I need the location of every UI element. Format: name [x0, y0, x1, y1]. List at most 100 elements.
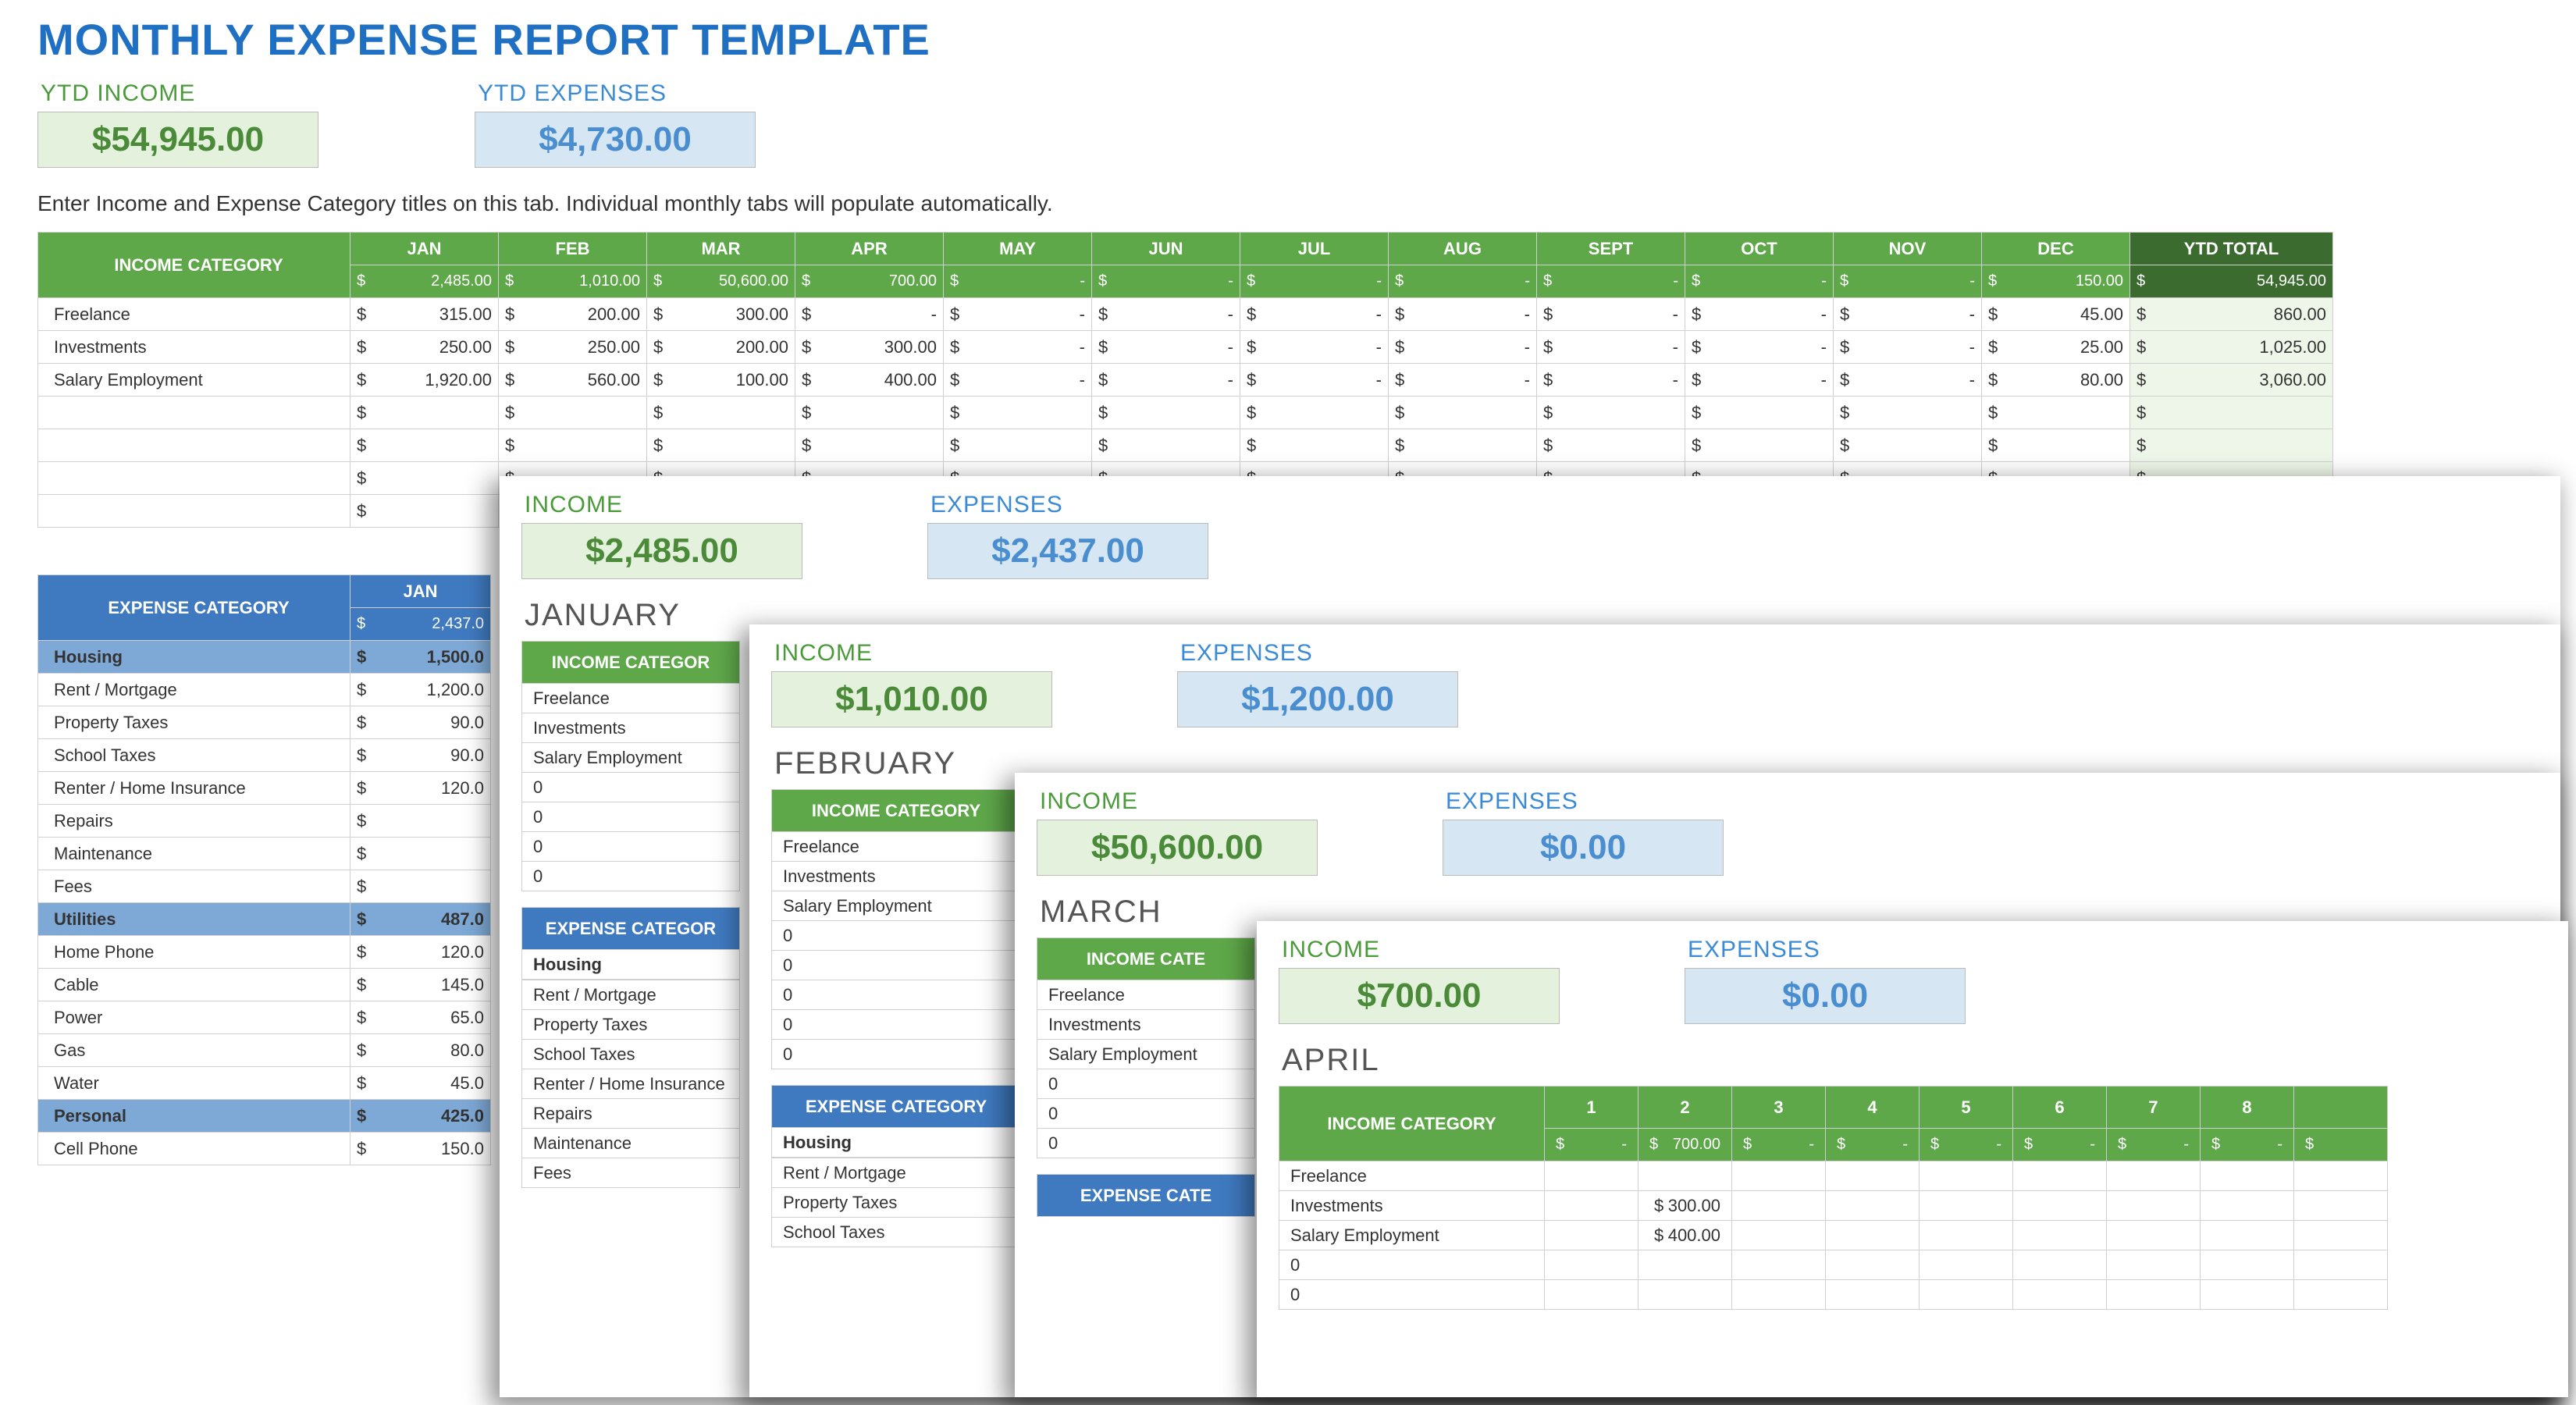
mini-row[interactable]: 0: [1037, 1129, 1255, 1158]
mini-row[interactable]: 0: [522, 862, 740, 891]
income-cell[interactable]: $80.00: [1982, 364, 2130, 397]
expense-table[interactable]: EXPENSE CATEGORY JAN $2,437.0 Housing$1,…: [37, 574, 491, 1165]
apr-income-cell[interactable]: [2201, 1221, 2294, 1250]
apr-income-cell[interactable]: $300.00: [1638, 1191, 1732, 1221]
income-cell[interactable]: $-: [1092, 298, 1240, 331]
expense-row[interactable]: Cable$145.0: [38, 969, 491, 1001]
apr-income-cell[interactable]: [2201, 1250, 2294, 1280]
apr-income-cell[interactable]: [1920, 1280, 2013, 1310]
income-cell[interactable]: $200.00: [647, 331, 795, 364]
mini-row[interactable]: 0: [772, 1010, 1021, 1040]
expense-value-cell[interactable]: $1,200.0: [350, 674, 491, 706]
mini-row[interactable]: Property Taxes: [772, 1188, 1021, 1218]
income-cell[interactable]: $560.00: [499, 364, 647, 397]
expense-value-cell[interactable]: $: [350, 838, 491, 870]
expense-value-cell[interactable]: $90.0: [350, 739, 491, 772]
apr-income-row[interactable]: 0: [1279, 1280, 2388, 1310]
expense-category-cell[interactable]: Housing: [38, 641, 350, 674]
income-row-blank[interactable]: $$$$$$$$$$$$$: [38, 429, 2333, 462]
income-cell[interactable]: $1,920.00: [350, 364, 499, 397]
apr-income-cell[interactable]: [1638, 1250, 1732, 1280]
income-cell[interactable]: $-: [1389, 331, 1537, 364]
apr-income-cell[interactable]: [1826, 1280, 1920, 1310]
expense-value-cell[interactable]: $90.0: [350, 706, 491, 739]
income-cell[interactable]: $45.00: [1982, 298, 2130, 331]
income-cell[interactable]: $-: [1537, 364, 1685, 397]
income-cell[interactable]: $-: [1685, 364, 1834, 397]
expense-category-cell[interactable]: Utilities: [38, 903, 350, 936]
expense-value-cell[interactable]: $45.0: [350, 1067, 491, 1100]
expense-row[interactable]: Renter / Home Insurance$120.0: [38, 772, 491, 805]
apr-income-row[interactable]: 0: [1279, 1250, 2388, 1280]
apr-income-cell[interactable]: [1826, 1191, 1920, 1221]
apr-income-row[interactable]: Investments$300.00: [1279, 1191, 2388, 1221]
expense-value-cell[interactable]: $120.0: [350, 936, 491, 969]
apr-income-cell[interactable]: [1732, 1280, 1826, 1310]
income-cell[interactable]: $-: [1537, 331, 1685, 364]
mar-income-table[interactable]: INCOME CATE FreelanceInvestmentsSalary E…: [1037, 937, 1255, 1158]
income-category-cell[interactable]: Investments: [38, 331, 350, 364]
income-cell[interactable]: $315.00: [350, 298, 499, 331]
mini-row[interactable]: School Taxes: [772, 1218, 1021, 1247]
income-cell[interactable]: $-: [795, 298, 944, 331]
expense-row[interactable]: Utilities$487.0: [38, 903, 491, 936]
mini-row[interactable]: Maintenance: [522, 1129, 740, 1158]
apr-income-cell[interactable]: [1732, 1221, 1826, 1250]
mini-row[interactable]: 0: [1037, 1069, 1255, 1099]
apr-income-cell[interactable]: [1638, 1280, 1732, 1310]
income-cell[interactable]: $-: [1685, 331, 1834, 364]
mini-row[interactable]: 0: [772, 951, 1021, 980]
expense-category-cell[interactable]: Renter / Home Insurance: [38, 772, 350, 805]
apr-income-cell[interactable]: [1826, 1250, 1920, 1280]
mini-row[interactable]: Freelance: [772, 832, 1021, 862]
expense-row[interactable]: Gas$80.0: [38, 1034, 491, 1067]
apr-income-cell[interactable]: [1826, 1221, 1920, 1250]
apr-income-cell[interactable]: [1732, 1161, 1826, 1191]
income-cell[interactable]: $-: [1092, 364, 1240, 397]
apr-income-cell[interactable]: [2107, 1161, 2201, 1191]
apr-income-cell[interactable]: [2107, 1191, 2201, 1221]
income-cell[interactable]: $-: [1240, 298, 1389, 331]
mini-row[interactable]: Repairs: [522, 1099, 740, 1129]
income-category-cell[interactable]: Freelance: [38, 298, 350, 331]
income-cell[interactable]: $300.00: [647, 298, 795, 331]
mini-row[interactable]: Salary Employment: [772, 891, 1021, 921]
expense-category-cell[interactable]: Rent / Mortgage: [38, 674, 350, 706]
expense-row[interactable]: Repairs$: [38, 805, 491, 838]
expense-row[interactable]: Personal$425.0: [38, 1100, 491, 1133]
apr-income-cell[interactable]: [2107, 1221, 2201, 1250]
apr-income-cell[interactable]: [1920, 1221, 2013, 1250]
apr-income-cell[interactable]: [2013, 1221, 2107, 1250]
income-cell[interactable]: $-: [1537, 298, 1685, 331]
apr-income-cell[interactable]: [1732, 1191, 1826, 1221]
income-cell[interactable]: $400.00: [795, 364, 944, 397]
income-cell[interactable]: $300.00: [795, 331, 944, 364]
expense-row[interactable]: School Taxes$90.0: [38, 739, 491, 772]
expense-row[interactable]: Power$65.0: [38, 1001, 491, 1034]
apr-income-row[interactable]: Salary Employment$400.00: [1279, 1221, 2388, 1250]
mini-row[interactable]: Freelance: [522, 684, 740, 713]
apr-income-cell[interactable]: [1545, 1280, 1638, 1310]
apr-income-cell[interactable]: [1545, 1161, 1638, 1191]
expense-value-cell[interactable]: $487.0: [350, 903, 491, 936]
mini-row[interactable]: Freelance: [1037, 980, 1255, 1010]
expense-category-cell[interactable]: Power: [38, 1001, 350, 1034]
mini-row[interactable]: 0: [772, 921, 1021, 951]
mini-row[interactable]: Renter / Home Insurance: [522, 1069, 740, 1099]
apr-income-cell[interactable]: [1545, 1221, 1638, 1250]
expense-row[interactable]: Water$45.0: [38, 1067, 491, 1100]
income-cell[interactable]: $100.00: [647, 364, 795, 397]
expense-value-cell[interactable]: $145.0: [350, 969, 491, 1001]
income-category-cell[interactable]: Salary Employment: [38, 364, 350, 397]
expense-value-cell[interactable]: $150.0: [350, 1133, 491, 1165]
mini-row[interactable]: 0: [772, 980, 1021, 1010]
expense-value-cell[interactable]: $120.0: [350, 772, 491, 805]
mini-row[interactable]: Salary Employment: [1037, 1040, 1255, 1069]
expense-category-cell[interactable]: Cable: [38, 969, 350, 1001]
expense-category-cell[interactable]: Water: [38, 1067, 350, 1100]
income-cell[interactable]: $250.00: [350, 331, 499, 364]
apr-income-cell[interactable]: [2013, 1250, 2107, 1280]
apr-income-table[interactable]: INCOME CATEGORY12345678$-$700.00$-$-$-$-…: [1279, 1086, 2388, 1310]
expense-row[interactable]: Home Phone$120.0: [38, 936, 491, 969]
apr-income-cell[interactable]: [2201, 1280, 2294, 1310]
